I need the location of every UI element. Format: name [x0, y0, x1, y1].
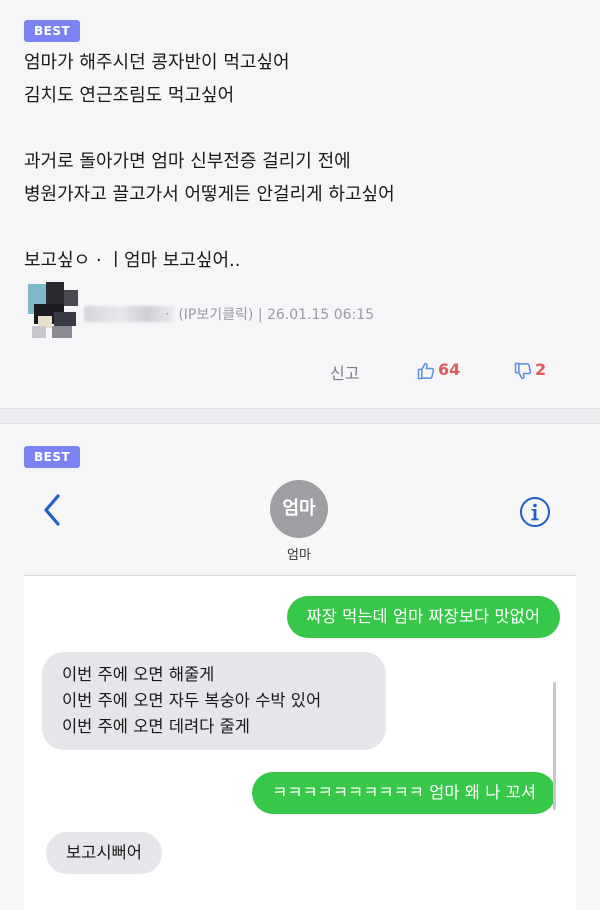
timestamp: | 26.01.15 06:15: [257, 307, 375, 323]
author-avatar[interactable]: [24, 282, 80, 338]
report-button[interactable]: 신고: [330, 360, 359, 383]
body-line-blank: [24, 211, 564, 244]
message-outgoing: 짜장 먹는데 엄마 짜장보다 맛없어: [286, 596, 560, 638]
contact-name: 엄마: [287, 548, 311, 563]
message-line: 이번 주에 오면 해줄게: [62, 665, 215, 684]
body-line: 김치도 연근조림도 먹고싶어: [24, 85, 235, 106]
post-1: BEST 엄마가 해주시던 콩자반이 먹고싶어 김치도 연근조림도 먹고싶어 과…: [0, 0, 600, 402]
body-line-blank: [24, 112, 564, 145]
like-count: 64: [438, 360, 461, 379]
chat-header: 엄마 엄마: [24, 472, 576, 576]
contact-avatar: 엄마: [270, 480, 328, 538]
message-line: 이번 주에 오면 데려다 줄게: [62, 717, 250, 736]
body-line: 과거로 돌아가면 엄마 신부전증 걸리기 전에: [24, 151, 351, 172]
chat-screenshot: 엄마 엄마 짜장 먹는데 엄마 짜장보다 맛없어 이번 주에 오면 해줄게 이번…: [24, 472, 576, 910]
thumbs-down-icon: [514, 362, 532, 379]
message-outgoing: ㅋㅋㅋㅋㅋㅋㅋㅋㅋㅋ 엄마 왜 나 꼬셔: [252, 772, 556, 814]
back-chevron-icon: [44, 494, 60, 526]
author-suffix: ㆍ: [161, 307, 174, 323]
dislike-count: 2: [535, 360, 547, 379]
message-incoming: 이번 주에 오면 해줄게 이번 주에 오면 자두 복숭아 수박 있어 이번 주에…: [42, 652, 386, 750]
thumbs-up-icon: [417, 362, 435, 379]
post-2: BEST 엄마 엄마 짜장 먹는데 엄마 짜장보다 맛없어 이번 주에 오면 해…: [0, 422, 600, 910]
dislike-button[interactable]: 2: [513, 360, 546, 382]
body-line: 보고싶ㅇ · ㅣ엄마 보고싶어..: [24, 250, 241, 271]
post-meta: ㆍ (IP보기클릭) | 26.01.15 06:15: [161, 304, 374, 324]
info-icon: [520, 497, 550, 527]
author-row: ㆍ (IP보기클릭) | 26.01.15 06:15: [24, 282, 584, 342]
body-line: 엄마가 해주시던 콩자반이 먹고싶어: [24, 52, 290, 73]
ip-link[interactable]: (IP보기클릭): [178, 307, 253, 323]
post-body: 엄마가 해주시던 콩자반이 먹고싶어 김치도 연근조림도 먹고싶어 과거로 돌아…: [24, 46, 564, 277]
message-line: 이번 주에 오면 자두 복숭아 수박 있어: [62, 691, 322, 710]
body-line: 병원가자고 끌고가서 어떻게든 안걸리게 하고싶어: [24, 184, 395, 205]
best-badge: BEST: [24, 20, 81, 42]
like-button[interactable]: 64: [416, 360, 460, 382]
best-badge: BEST: [24, 446, 81, 468]
scrollbar[interactable]: [553, 682, 556, 810]
message-incoming: 보고시뻐어: [46, 832, 162, 874]
